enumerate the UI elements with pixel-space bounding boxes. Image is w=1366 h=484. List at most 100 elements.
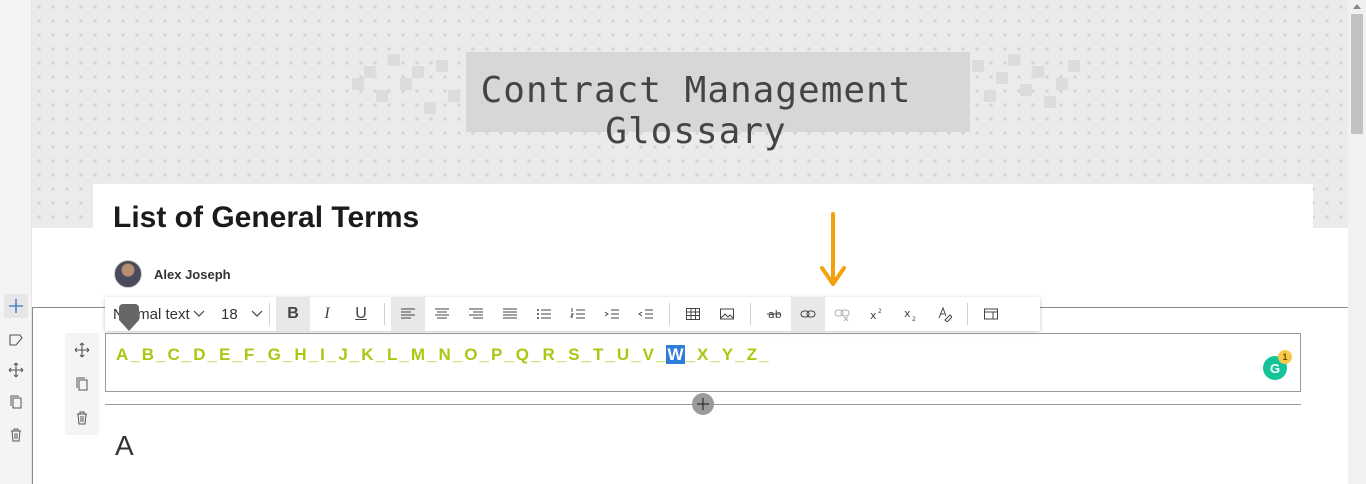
align-center-button[interactable] <box>425 297 459 331</box>
italic-button[interactable]: I <box>310 297 344 331</box>
toolbar-separator <box>669 303 670 325</box>
letter-link-g[interactable]: G <box>267 345 282 364</box>
align-center-icon <box>435 308 449 319</box>
letter-link-s[interactable]: S <box>567 345 580 364</box>
author-name[interactable]: Alex Joseph <box>154 267 231 282</box>
letter-link-w[interactable]: W <box>666 345 685 364</box>
letter-separator: _ <box>556 345 567 364</box>
letter-link-f[interactable]: F <box>243 345 255 364</box>
letter-separator: _ <box>427 345 437 364</box>
letter-link-c[interactable]: C <box>167 345 181 364</box>
letter-separator: _ <box>256 345 266 364</box>
table-icon <box>686 308 700 320</box>
insert-link-button[interactable] <box>791 297 825 331</box>
font-size-dropdown[interactable]: 18 <box>221 306 263 323</box>
bold-button[interactable]: B <box>276 297 310 331</box>
letter-link-v[interactable]: V <box>642 345 655 364</box>
letter-link-k[interactable]: K <box>360 345 374 364</box>
align-right-icon <box>469 308 483 319</box>
text-webpart[interactable]: A _ B _ C _ D _ E _ F _ G _ H _ I _ J _ K _ L _ M _ N _ O _ P _ Q _ R _ S _ T _… <box>105 333 1301 392</box>
letter-link-u[interactable]: U <box>616 345 630 364</box>
justify-button[interactable] <box>493 297 527 331</box>
scroll-up-arrow-icon[interactable] <box>1353 4 1361 9</box>
unlink-icon <box>834 309 850 322</box>
move-icon[interactable] <box>4 358 28 382</box>
letter-link-h[interactable]: H <box>293 345 307 364</box>
letter-link-t[interactable]: T <box>592 345 604 364</box>
letter-separator: _ <box>656 345 666 364</box>
letter-separator: _ <box>282 345 293 364</box>
letter-link-y[interactable]: Y <box>721 345 734 364</box>
pixel-decoration <box>1008 54 1020 66</box>
insert-table-button[interactable] <box>676 297 710 331</box>
toolbar-separator <box>967 303 968 325</box>
bullet-list-button[interactable] <box>527 297 561 331</box>
letter-link-i[interactable]: I <box>319 345 326 364</box>
pixel-decoration <box>1044 96 1056 108</box>
letter-separator: _ <box>232 345 242 364</box>
copy-icon[interactable] <box>4 390 28 414</box>
underline-button[interactable]: U <box>344 297 378 331</box>
insert-image-button[interactable] <box>710 297 744 331</box>
move-webpart-button[interactable] <box>65 333 99 367</box>
pixel-decoration <box>1020 84 1032 96</box>
remove-link-button[interactable] <box>825 297 859 331</box>
superscript-button[interactable]: x2 <box>859 297 893 331</box>
duplicate-webpart-button[interactable] <box>65 367 99 401</box>
clear-format-icon <box>938 306 952 322</box>
increase-indent-button[interactable] <box>595 297 629 331</box>
align-left-button[interactable] <box>391 297 425 331</box>
letter-link-x[interactable]: X <box>696 345 709 364</box>
add-webpart-button[interactable] <box>692 393 714 415</box>
letter-link-b[interactable]: B <box>141 345 155 364</box>
scroll-thumb[interactable] <box>1351 14 1363 134</box>
letter-separator: _ <box>452 345 463 364</box>
letter-separator: _ <box>479 345 489 364</box>
edit-icon[interactable] <box>4 328 28 352</box>
left-edit-toolbar <box>0 0 32 484</box>
letter-link-p[interactable]: P <box>490 345 503 364</box>
letter-separator: _ <box>685 345 695 364</box>
image-icon <box>720 308 734 320</box>
letter-link-m[interactable]: M <box>410 345 426 364</box>
letter-link-z[interactable]: Z <box>746 345 758 364</box>
letter-link-a[interactable]: A <box>115 345 129 364</box>
location-marker-icon <box>119 304 139 331</box>
italic-icon: I <box>324 305 330 322</box>
indent-icon <box>604 309 619 319</box>
pixel-decoration <box>1032 66 1044 78</box>
trash-icon[interactable] <box>4 423 28 447</box>
letter-link-j[interactable]: J <box>337 345 348 364</box>
letter-separator: _ <box>207 345 217 364</box>
letter-link-e[interactable]: E <box>218 345 231 364</box>
letter-separator: _ <box>375 345 386 364</box>
chevron-down-icon <box>193 306 205 323</box>
letter-separator: _ <box>349 345 360 364</box>
strikethrough-button[interactable]: ab <box>757 297 791 331</box>
toggle-pane-button[interactable] <box>974 297 1008 331</box>
toolbar-separator <box>269 303 270 325</box>
strikethrough-icon: ab <box>767 308 782 321</box>
chevron-down-icon <box>251 306 263 323</box>
add-section-plus-icon[interactable] <box>4 294 28 318</box>
letter-link-q[interactable]: Q <box>515 345 530 364</box>
numbered-list-button[interactable] <box>561 297 595 331</box>
letter-link-l[interactable]: L <box>386 345 398 364</box>
letter-separator: _ <box>605 345 615 364</box>
letter-separator: _ <box>759 345 769 364</box>
letter-link-r[interactable]: R <box>541 345 555 364</box>
section-heading[interactable]: A <box>115 430 134 462</box>
letter-separator: _ <box>181 345 192 364</box>
delete-webpart-button[interactable] <box>65 401 99 435</box>
letter-link-o[interactable]: O <box>463 345 478 364</box>
toolbar-separator <box>384 303 385 325</box>
outdent-icon <box>638 309 653 319</box>
decrease-indent-button[interactable] <box>629 297 663 331</box>
page-title[interactable]: List of General Terms <box>113 201 419 235</box>
clear-formatting-button[interactable] <box>927 297 961 331</box>
subscript-button[interactable]: x2 <box>893 297 927 331</box>
letter-link-d[interactable]: D <box>192 345 206 364</box>
justify-icon <box>503 308 517 319</box>
align-right-button[interactable] <box>459 297 493 331</box>
letter-link-n[interactable]: N <box>438 345 452 364</box>
